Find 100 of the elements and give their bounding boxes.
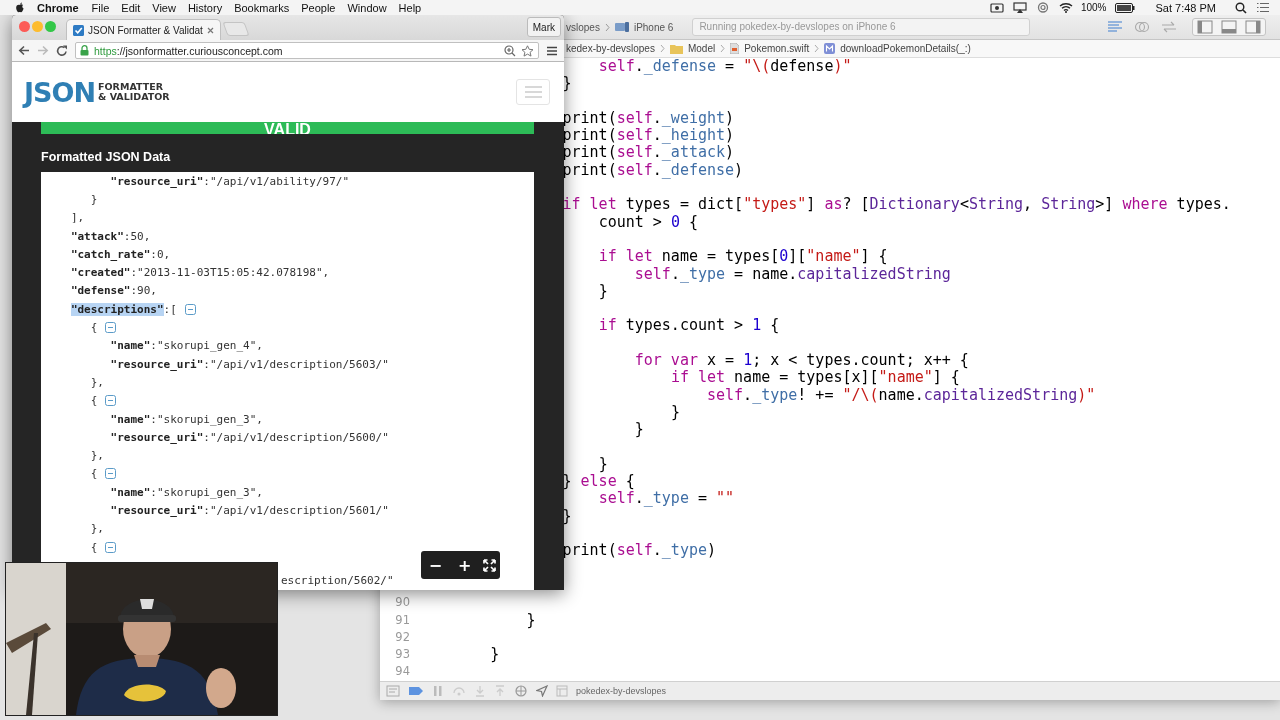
code-line: if let name = types[x]["name"] { [670, 369, 960, 387]
collapse-icon[interactable] [105, 395, 117, 407]
zoom-out-button[interactable]: − [424, 555, 447, 575]
battery-percent: 100% [1080, 0, 1107, 15]
device-name[interactable]: iPhone 6 [633, 21, 674, 33]
search-icon[interactable] [1235, 1, 1247, 14]
address-bar[interactable]: https://jsonformatter.curiousconcept.com [75, 42, 539, 59]
close-icon[interactable] [206, 26, 214, 34]
json-line: "resource_uri":"/api/v1/ability/97/" [110, 174, 350, 188]
code-line: if types.count > 1 { [598, 317, 780, 335]
activity-status: Running pokedex-by-devslopes on iPhone 6 [692, 18, 1031, 36]
menu-item[interactable]: Window [347, 0, 387, 15]
lines-icon[interactable] [1107, 21, 1123, 33]
json-line: "catch_rate":0, [70, 247, 171, 261]
json-line: }, [90, 449, 104, 463]
collapse-icon[interactable] [184, 303, 196, 315]
browser-tab[interactable]: JSON Formatter & Validat [66, 19, 221, 40]
json-line: "attack":50, [70, 229, 151, 243]
location-icon[interactable] [536, 685, 548, 697]
json-line: "created":"2013-11-03T15:05:42.078198", [70, 266, 330, 280]
code-line: } [634, 421, 644, 439]
menu-item[interactable]: File [91, 0, 110, 15]
json-line: "resource_uri":"/api/v1/description/5600/" [110, 430, 389, 444]
profile-button[interactable]: Mark [526, 17, 561, 37]
checkbox-icon [73, 24, 84, 36]
json-line: }, [90, 375, 104, 389]
section-title: Formatted JSON Data [41, 150, 172, 164]
folder-icon [669, 43, 683, 54]
code-line: self._type = name.capitalizedString [634, 265, 951, 283]
chevron-icon [604, 22, 610, 32]
breadcrumb-item[interactable]: Pokemon.swift [744, 43, 810, 54]
json-line: { [90, 394, 98, 408]
device-icon [614, 22, 629, 32]
code-line: print(self._height) [562, 127, 735, 145]
battery-icon[interactable] [1115, 2, 1136, 13]
code-line: for var x = 1; x < types.count; x++ { [634, 352, 969, 370]
chevron-icon [659, 44, 665, 53]
code-line: if let name = types[0]["name"] { [598, 248, 888, 266]
pause-icon[interactable] [432, 685, 444, 697]
chevron-icon [720, 44, 726, 53]
breadcrumb-item[interactable]: kedex-by-devslopes [566, 43, 655, 54]
breadcrumb-item[interactable]: Model [687, 43, 716, 54]
screen-record-icon[interactable] [989, 2, 1004, 13]
collapse-icon[interactable] [105, 322, 117, 333]
logo-wordmark[interactable]: JSON [24, 76, 96, 108]
zoom-in-button[interactable]: + [454, 555, 476, 575]
code-line: } [490, 646, 500, 664]
fullscreen-icon[interactable] [483, 558, 497, 572]
json-line: { [90, 540, 98, 554]
menu-item[interactable]: Help [398, 0, 422, 15]
line-number: 93 [394, 646, 411, 664]
json-line: "name":"skorupi_gen_3", [110, 412, 263, 426]
code-line: print(self._attack) [562, 144, 735, 162]
menu-clock[interactable]: Sat 7:48 PM [1155, 0, 1216, 15]
target-name: pokedex-by-devslopes [576, 686, 667, 696]
star-icon[interactable] [521, 44, 534, 57]
menu-item[interactable]: View [152, 0, 176, 15]
code-line: self._type! += "/\(name.capitalizedString)" [707, 386, 1096, 404]
json-line: { [90, 467, 98, 481]
logo-subtitle: & VALIDATOR [98, 92, 170, 102]
json-line: } [90, 192, 98, 206]
menu-icon[interactable] [546, 45, 558, 56]
menu-item[interactable]: Chrome [37, 0, 79, 15]
code-line: print(self._defense) [562, 161, 744, 180]
swap-arrows-icon[interactable] [1161, 21, 1177, 33]
menu-icon [524, 86, 542, 98]
back-icon[interactable] [18, 45, 30, 56]
collapse-icon[interactable] [105, 468, 117, 480]
code-line: } [598, 282, 608, 301]
code-line: count > 0 { [598, 213, 698, 231]
zoom-window-icon[interactable] [45, 21, 56, 32]
list-icon[interactable] [1256, 2, 1270, 13]
wifi-icon[interactable] [1058, 2, 1073, 13]
close-window-icon[interactable] [19, 21, 30, 32]
menu-item[interactable]: Bookmarks [234, 0, 290, 15]
lock-icon [80, 45, 89, 56]
airplay-icon[interactable] [1012, 2, 1027, 13]
json-line: "resource_uri":"/api/v1/description/5601/" [110, 504, 389, 517]
collapse-icon[interactable] [105, 541, 117, 553]
breakpoint-icon[interactable] [408, 686, 424, 696]
forward-icon[interactable] [37, 45, 49, 56]
code-line: } [562, 75, 572, 93]
scheme-name[interactable]: vslopes [566, 21, 600, 33]
json-line: escription/5602/" [281, 573, 394, 589]
zoom-icon[interactable] [504, 44, 516, 57]
json-line: "name":"skorupi_gen_4", [110, 339, 263, 353]
panel-icon[interactable] [386, 685, 400, 697]
menu-item[interactable]: History [187, 0, 223, 15]
line-number: 92 [394, 628, 411, 646]
menu-item[interactable]: People [301, 0, 336, 15]
json-line: "resource_uri":"/api/v1/description/5603/" [110, 357, 389, 371]
menu-item[interactable]: Edit [121, 0, 141, 15]
rings-icon[interactable] [1134, 21, 1150, 33]
line-number: 91 [394, 611, 411, 629]
reload-icon[interactable] [56, 44, 68, 57]
code-line: if let types = dict["types"] as? [Dictionary<String, String>] where types. [562, 196, 1231, 214]
code-line: self._type = "" [598, 490, 735, 508]
method-icon [824, 43, 836, 54]
apple-icon[interactable] [15, 1, 25, 14]
breadcrumb-item[interactable]: downloadPokemonDetails(_:) [840, 43, 971, 54]
